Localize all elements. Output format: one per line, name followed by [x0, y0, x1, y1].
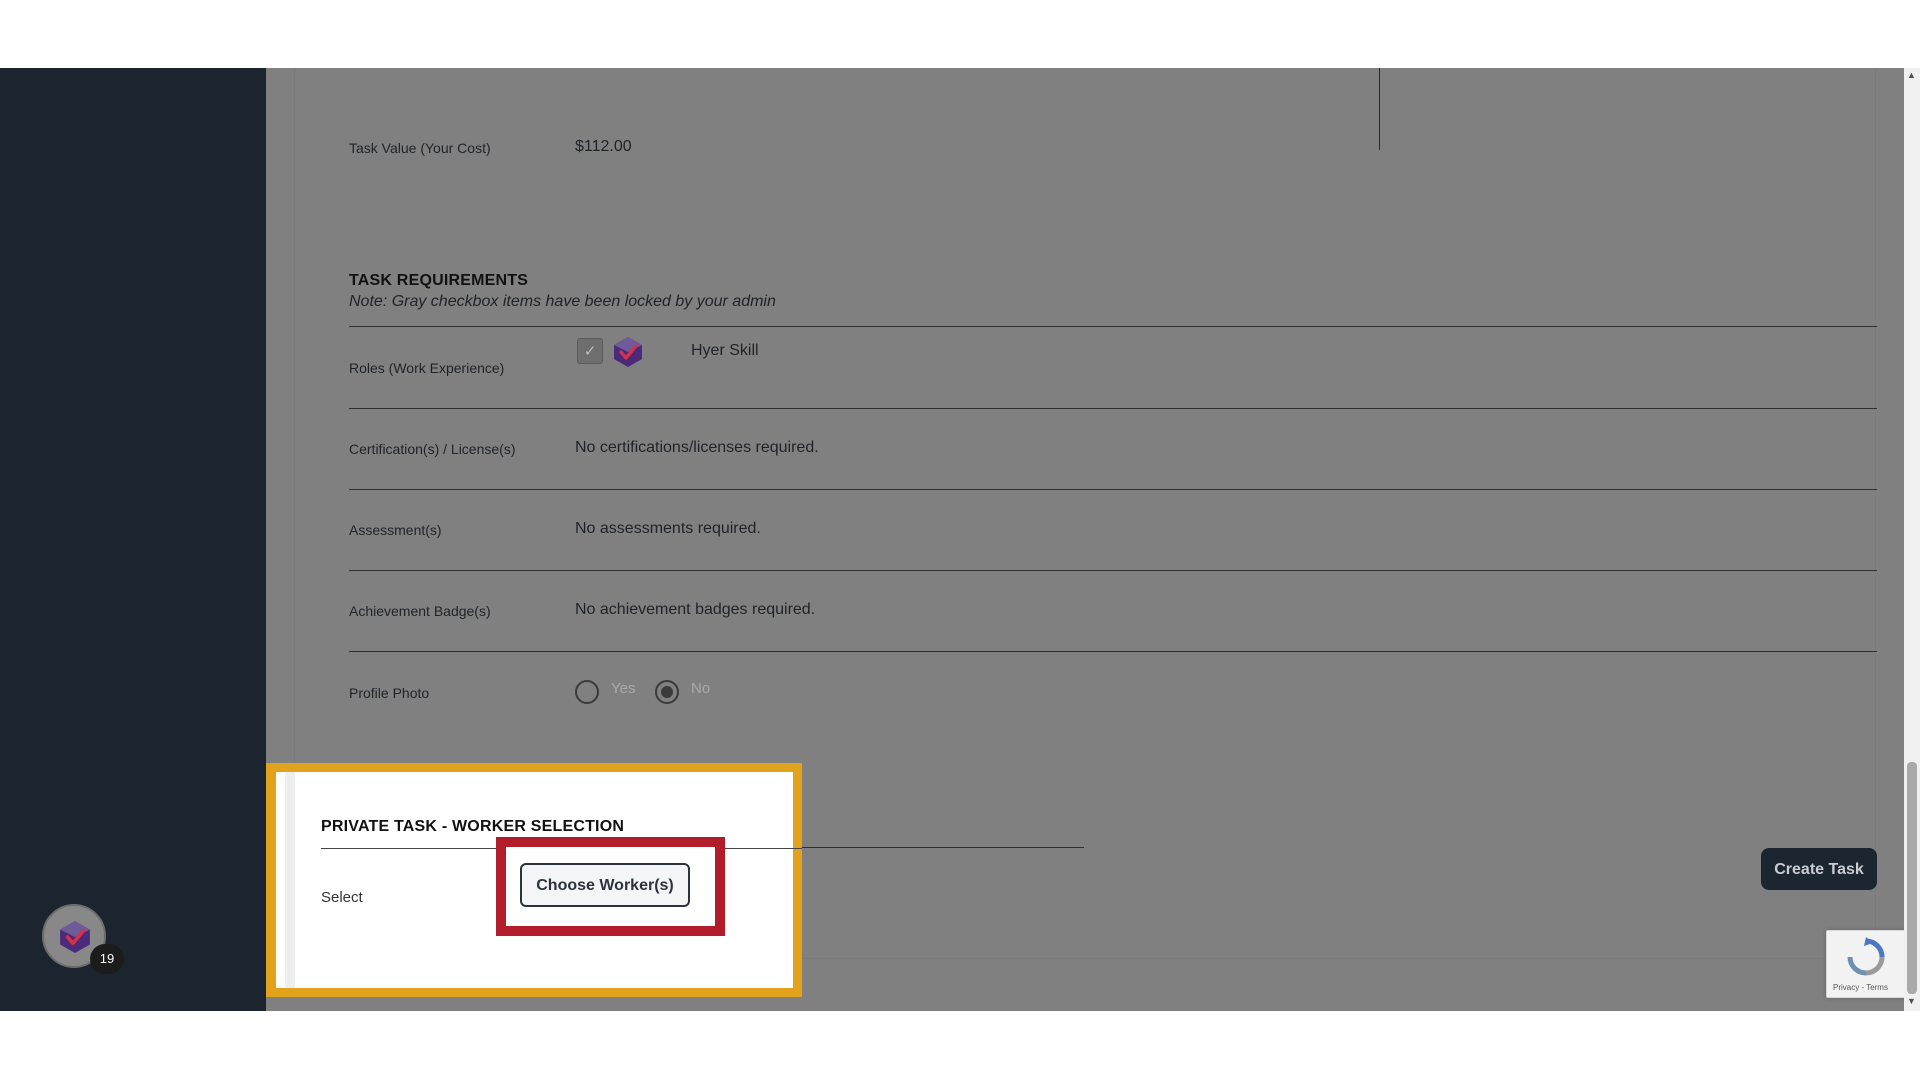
certifications-label: Certification(s) / License(s) [349, 441, 516, 457]
profile-photo-label: Profile Photo [349, 685, 430, 701]
task-value-label: Task Value (Your Cost) [349, 140, 491, 156]
requirements-title: TASK REQUIREMENTS [349, 272, 529, 289]
hyer-logo-icon [60, 921, 90, 953]
recaptcha-terms[interactable]: Privacy - Terms [1833, 983, 1888, 992]
column-divider [1379, 68, 1380, 150]
vertical-scrollbar[interactable]: ▲ ▼ [1904, 68, 1920, 1011]
private-task-title: PRIVATE TASK - WORKER SELECTION [321, 818, 625, 835]
requirements-note: Note: Gray checkbox items have been lock… [349, 293, 776, 310]
divider [349, 326, 1877, 327]
recaptcha-icon [1847, 937, 1885, 976]
scroll-down-icon[interactable]: ▼ [1907, 996, 1916, 1006]
profile-photo-yes-radio[interactable] [575, 680, 599, 704]
divider [349, 651, 1877, 652]
locked-role-checkbox[interactable]: ✓ [577, 338, 603, 364]
task-value: $112.00 [575, 138, 632, 155]
scroll-thumb[interactable] [1907, 762, 1917, 994]
section-divider [802, 847, 1084, 848]
hyer-skill-label: Hyer Skill [691, 342, 759, 359]
choose-worker-highlight: Choose Worker(s) [496, 837, 725, 936]
assessments-label: Assessment(s) [349, 522, 442, 538]
badges-label: Achievement Badge(s) [349, 603, 491, 619]
divider [349, 570, 1877, 571]
notification-widget[interactable]: 19 [42, 904, 126, 988]
choose-workers-button[interactable]: Choose Worker(s) [520, 863, 690, 907]
profile-photo-yes-label: Yes [611, 680, 636, 697]
profile-photo-no-label: No [691, 680, 711, 697]
notification-count-badge: 19 [90, 944, 124, 974]
scroll-up-icon[interactable]: ▲ [1907, 70, 1916, 80]
sidebar [0, 68, 266, 1011]
assessments-value: No assessments required. [575, 520, 761, 537]
profile-photo-no-radio[interactable] [655, 680, 679, 704]
hyer-skill-icon [614, 337, 642, 367]
recaptcha-widget[interactable]: Privacy - Terms [1826, 930, 1906, 998]
badges-value: No achievement badges required. [575, 601, 816, 618]
create-task-button[interactable]: Create Task [1761, 848, 1877, 890]
app-frame: Task Value (Your Cost) $112.00 TASK REQU… [0, 68, 1920, 1011]
select-label: Select [321, 889, 363, 906]
certifications-value: No certifications/licenses required. [575, 439, 819, 456]
divider [349, 408, 1877, 409]
divider [349, 489, 1877, 490]
roles-label: Roles (Work Experience) [349, 360, 505, 376]
